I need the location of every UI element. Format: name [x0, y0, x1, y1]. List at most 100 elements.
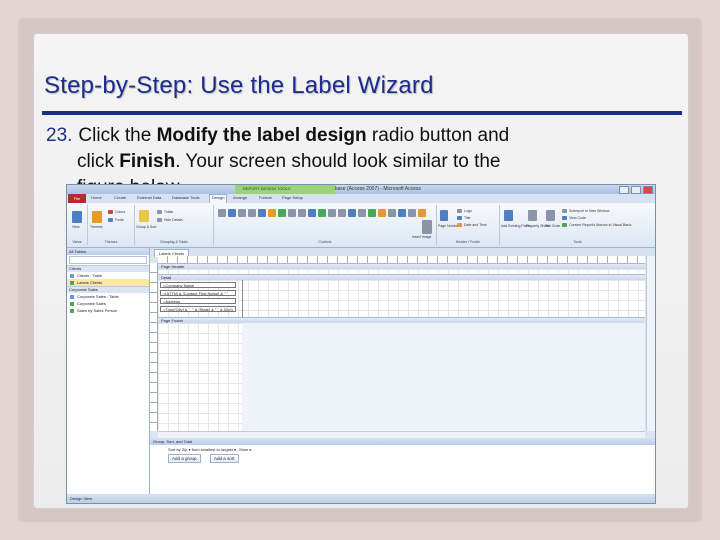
- body-line2-pre: click: [77, 151, 120, 172]
- add-sort-button[interactable]: Add a sort: [210, 454, 239, 463]
- tab-order-icon[interactable]: [546, 210, 555, 221]
- report-icon: [70, 280, 74, 285]
- insert-image-icon[interactable]: [422, 220, 432, 234]
- convert-macros-icon[interactable]: [562, 223, 567, 227]
- page-break-icon[interactable]: [298, 209, 306, 217]
- combo-box-icon[interactable]: [308, 209, 316, 217]
- group-sort-label: Group & Sort: [136, 225, 157, 229]
- fonts-icon[interactable]: [108, 218, 113, 222]
- report-icon: [70, 301, 74, 306]
- nav-item[interactable]: Corporate Sales : Table: [67, 293, 149, 300]
- maximize-button[interactable]: [631, 186, 641, 194]
- themes-icon[interactable]: [92, 211, 102, 223]
- page-numbers-icon[interactable]: [440, 210, 448, 221]
- tab-home[interactable]: Home: [91, 195, 102, 200]
- nav-item[interactable]: Clients : Table: [67, 272, 149, 279]
- view-code-icon[interactable]: [562, 216, 567, 220]
- logo-icon[interactable]: [457, 209, 462, 213]
- add-group-button[interactable]: Add a group: [168, 454, 201, 463]
- vertical-scrollbar[interactable]: [646, 256, 655, 431]
- grouping-group-label: Grouping & Totals: [160, 240, 188, 244]
- nav-item[interactable]: Labels Clients: [67, 279, 149, 286]
- field-company-name[interactable]: =Company Name: [160, 282, 236, 288]
- option-button-icon[interactable]: [398, 209, 406, 217]
- insert-image-label: Insert Image: [412, 235, 432, 239]
- view-icon[interactable]: [72, 211, 82, 223]
- minimize-button[interactable]: [619, 186, 629, 194]
- controls-group-label: Controls: [318, 240, 332, 244]
- toggle-icon[interactable]: [338, 209, 346, 217]
- totals-icon[interactable]: [157, 210, 162, 214]
- ribbon-group-tools: Add Existing Fields Property Sheet Tab O…: [500, 205, 655, 245]
- tab-create[interactable]: Create: [114, 195, 126, 200]
- table-icon: [70, 294, 74, 299]
- subreport-icon[interactable]: [562, 209, 567, 213]
- views-group-label: Views: [72, 240, 82, 244]
- image-icon[interactable]: [418, 209, 426, 217]
- context-tab: REPORT DESIGN TOOLS: [235, 185, 335, 194]
- ribbon-group-views: View Views: [67, 205, 88, 245]
- textbox-icon[interactable]: [228, 209, 236, 217]
- tab-control-icon[interactable]: [258, 209, 266, 217]
- date-time-icon[interactable]: [457, 223, 462, 227]
- button-control-icon[interactable]: [248, 209, 256, 217]
- sort-by-row[interactable]: Sort by Zip ▾ from smallest to largest ▾…: [168, 447, 252, 452]
- unbound-object-icon[interactable]: [378, 209, 386, 217]
- rectangle-icon[interactable]: [358, 209, 366, 217]
- ribbon-group-controls: Insert Image Controls: [214, 205, 437, 245]
- label-control-icon[interactable]: [238, 209, 246, 217]
- close-button[interactable]: [643, 186, 653, 194]
- window-titlebar: WestEnginetaurs : Database (Access 2007)…: [67, 185, 655, 194]
- list-box-icon[interactable]: [348, 209, 356, 217]
- table-icon: [70, 273, 74, 278]
- hide-details-icon[interactable]: [157, 218, 162, 222]
- subform-icon[interactable]: [408, 209, 416, 217]
- nav-item[interactable]: Sales by Sales Person: [67, 307, 149, 314]
- slide: Step-by-Step: Use the Label Wizard 23. Cl…: [33, 33, 689, 509]
- body-line2: click Finish. Your screen should look si…: [46, 149, 666, 175]
- select-icon[interactable]: [218, 209, 226, 217]
- nav-section-corporate-sales[interactable]: Corporate Sales: [67, 286, 149, 293]
- convert-macros-label: Convert Report's Macros to Visual Basic: [569, 223, 632, 227]
- page-footer-section[interactable]: [158, 323, 242, 431]
- field-contact[interactable]: =[ATTN] & [Contact First Name] & " ": [160, 290, 236, 296]
- access-screenshot: WestEnginetaurs : Database (Access 2007)…: [66, 184, 656, 504]
- add-existing-fields-icon[interactable]: [504, 210, 513, 221]
- nav-item[interactable]: Corporate Sales: [67, 300, 149, 307]
- field-address[interactable]: =Address: [160, 298, 236, 304]
- ribbon: View Views Themes Colors Fonts Themes Gr…: [67, 203, 655, 248]
- property-sheet-icon[interactable]: [528, 210, 537, 221]
- tab-external-data[interactable]: External Data: [137, 195, 161, 200]
- nav-search-input[interactable]: [69, 256, 147, 264]
- line-icon[interactable]: [328, 209, 336, 217]
- nav-header[interactable]: All Tables: [67, 248, 149, 255]
- colors-icon[interactable]: [108, 210, 113, 214]
- title-label: Title: [464, 216, 471, 220]
- tab-database-tools[interactable]: Database Tools: [172, 195, 200, 200]
- checkbox-icon[interactable]: [368, 209, 376, 217]
- group-sort-icon[interactable]: [139, 210, 149, 222]
- navigation-icon[interactable]: [278, 209, 286, 217]
- horizontal-scrollbar[interactable]: [158, 431, 645, 438]
- tab-design[interactable]: Design: [209, 194, 228, 203]
- ribbon-group-header-footer: Page Numbers Logo Title Date and Time He…: [437, 205, 500, 245]
- view-label: View: [72, 225, 80, 229]
- nav-item-label: Corporate Sales: [77, 301, 106, 306]
- field-city-state-zip[interactable]: =Trim([City] & ", " & [State] & " " & [Z…: [160, 306, 236, 312]
- nav-section-clients[interactable]: Clients: [67, 265, 149, 272]
- tab-format[interactable]: Format: [259, 195, 272, 200]
- tab-page-setup[interactable]: Page Setup: [282, 195, 303, 200]
- chart-icon[interactable]: [318, 209, 326, 217]
- logo-label: Logo: [464, 209, 472, 213]
- nav-item-label: Corporate Sales : Table: [77, 294, 119, 299]
- hyperlink-icon[interactable]: [268, 209, 276, 217]
- option-group-icon[interactable]: [288, 209, 296, 217]
- themes-group-label: Themes: [104, 240, 118, 244]
- tab-file[interactable]: File: [68, 194, 86, 203]
- body-line1-pre: Click the: [78, 125, 157, 146]
- title-icon[interactable]: [457, 216, 462, 220]
- attachment-icon[interactable]: [388, 209, 396, 217]
- tab-arrange[interactable]: Arrange: [233, 195, 247, 200]
- report-icon: [70, 308, 74, 313]
- report-design-surface[interactable]: Page Header Detail =Company Name =[ATTN]…: [158, 263, 645, 431]
